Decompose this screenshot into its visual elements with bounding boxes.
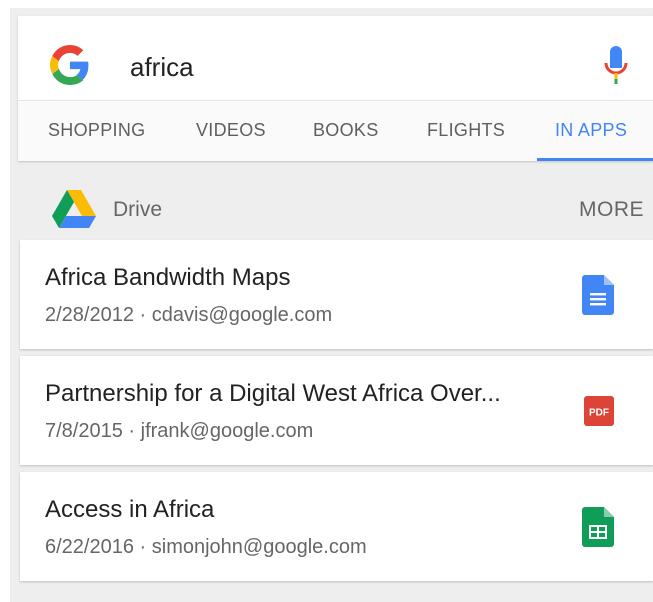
result-subtitle: 2/28/2012 · cdavis@google.com — [45, 304, 333, 326]
tab-flights[interactable]: FLIGHTS — [427, 120, 505, 141]
google-drive-icon — [52, 190, 96, 228]
microphone-icon[interactable] — [604, 46, 628, 84]
result-card[interactable]: Africa Bandwidth Maps 2/28/2012 · cdavis… — [20, 240, 653, 349]
search-query-text[interactable]: africa — [130, 52, 194, 83]
result-subtitle: 6/22/2016 · simonjohn@google.com — [45, 536, 367, 558]
tab-videos[interactable]: VIDEOS — [196, 120, 266, 141]
tab-books[interactable]: BOOKS — [313, 120, 379, 141]
tab-shopping[interactable]: SHOPPING — [48, 120, 145, 141]
drive-section-header: Drive MORE — [10, 178, 653, 238]
search-results-screen: africa SHOPPING VIDEOS BOOKS FLIGHTS IN … — [10, 8, 653, 602]
more-button[interactable]: MORE — [579, 198, 644, 222]
result-title: Africa Bandwidth Maps — [45, 264, 291, 291]
result-card[interactable]: Access in Africa 6/22/2016 · simonjohn@g… — [20, 472, 653, 581]
result-subtitle: 7/8/2015 · jfrank@google.com — [45, 420, 314, 442]
google-sheets-icon — [582, 507, 614, 547]
google-docs-icon — [582, 275, 614, 315]
drive-label: Drive — [113, 198, 163, 221]
pdf-icon-text: PDF — [589, 408, 609, 419]
search-bar[interactable]: africa — [18, 16, 653, 100]
search-tabs: SHOPPING VIDEOS BOOKS FLIGHTS IN APPS — [18, 100, 653, 161]
google-logo-icon — [50, 45, 89, 85]
tab-in-apps[interactable]: IN APPS — [555, 120, 627, 141]
active-tab-indicator — [537, 158, 653, 161]
result-card[interactable]: Partnership for a Digital West Africa Ov… — [20, 356, 653, 465]
result-title: Partnership for a Digital West Africa Ov… — [45, 380, 501, 407]
result-title: Access in Africa — [45, 496, 215, 523]
pdf-icon: PDF — [584, 396, 614, 426]
